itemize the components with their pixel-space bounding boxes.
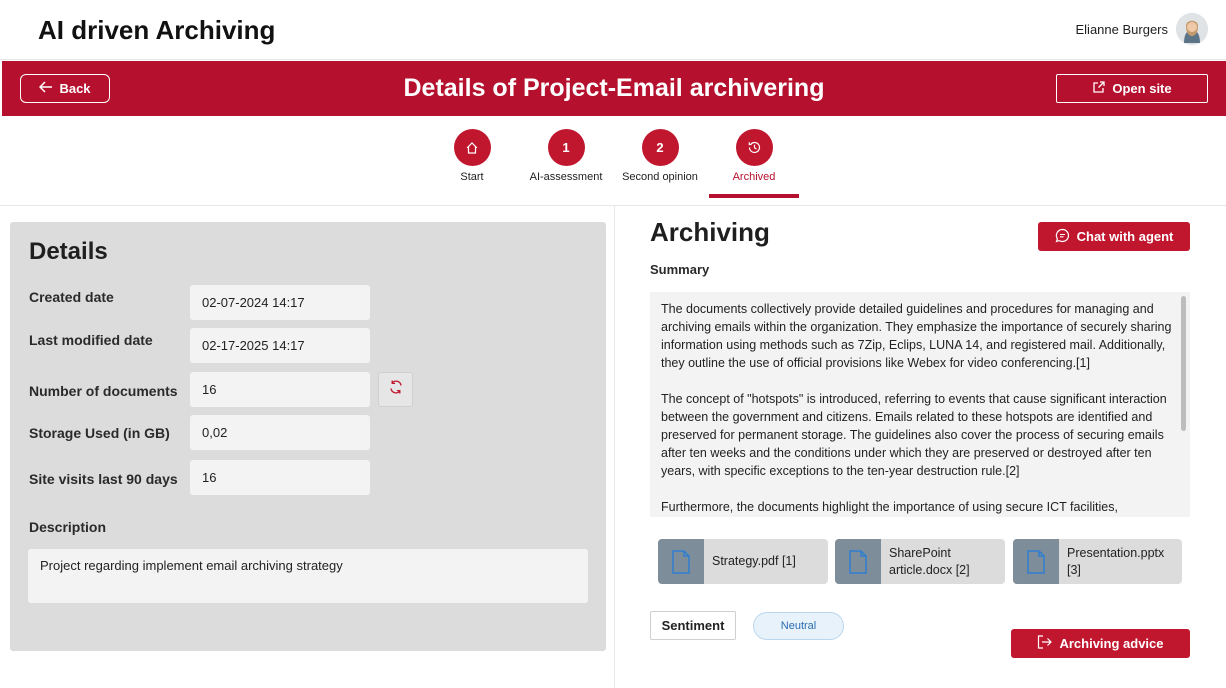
user-name: Elianne Burgers [1075, 21, 1169, 37]
document-icon [835, 539, 881, 584]
page-title: Details of Project-Email archivering [403, 74, 825, 102]
page-banner: Back Details of Project-Email archiverin… [2, 61, 1226, 116]
avatar[interactable] [1176, 13, 1208, 45]
storage-label: Storage Used (in GB) [29, 425, 170, 441]
step-number: 2 [641, 129, 679, 166]
step-start[interactable]: Start [422, 129, 522, 183]
top-bar: AI driven Archiving Elianne Burgers [0, 0, 1226, 60]
archiving-advice-label: Archiving advice [1059, 636, 1164, 651]
documents-count-field: 16 [190, 372, 370, 407]
active-step-indicator [709, 194, 799, 198]
file-card-presentation[interactable]: Presentation.pptx [3] [1013, 539, 1182, 584]
file-card-strategy[interactable]: Strategy.pdf [1] [658, 539, 828, 584]
modified-date-field: 02-17-2025 14:17 [190, 328, 370, 363]
sentiment-badge: Neutral [753, 612, 844, 640]
created-date-label: Created date [29, 289, 114, 305]
description-field: Project regarding implement email archiv… [28, 549, 588, 603]
archiving-title: Archiving [650, 217, 770, 247]
step-label: Archived [732, 171, 776, 183]
step-second-opinion[interactable]: 2 Second opinion [610, 129, 710, 183]
summary-scrollbar[interactable] [1181, 296, 1186, 431]
step-label: AI-assessment [529, 171, 603, 183]
file-name: Strategy.pdf [1] [712, 554, 796, 568]
open-site-button[interactable]: Open site [1056, 74, 1208, 103]
refresh-icon [388, 379, 404, 400]
file-name: Presentation.pptx [3] [1067, 545, 1165, 577]
step-label: Start [460, 171, 484, 183]
chat-icon [1055, 228, 1070, 246]
file-card-sharepoint[interactable]: SharePoint article.docx [2] [835, 539, 1005, 584]
refresh-button[interactable] [378, 372, 413, 407]
step-label: Second opinion [622, 171, 698, 183]
home-icon [453, 129, 491, 166]
open-site-label: Open site [1112, 81, 1172, 96]
documents-count-label: Number of documents [29, 383, 178, 399]
modified-date-label: Last modified date [29, 332, 153, 348]
description-label: Description [29, 519, 107, 535]
document-icon [658, 539, 704, 584]
step-archived[interactable]: Archived [704, 129, 804, 183]
storage-field: 0,02 [190, 415, 370, 450]
step-number: 1 [547, 129, 585, 166]
site-visits-field: 16 [190, 460, 370, 495]
created-date-field: 02-07-2024 14:17 [190, 285, 370, 320]
document-icon [1013, 539, 1059, 584]
details-title: Details [29, 238, 108, 265]
open-external-icon [1092, 80, 1106, 97]
chat-button-label: Chat with agent [1076, 229, 1174, 244]
sentiment-label: Sentiment [650, 611, 736, 640]
details-panel: Details Created date 02-07-2024 14:17 La… [10, 222, 606, 651]
summary-box[interactable]: The documents collectively provide detai… [650, 292, 1190, 517]
archiving-advice-button[interactable]: Archiving advice [1011, 629, 1190, 658]
summary-paragraph: Furthermore, the documents highlight the… [661, 500, 1118, 514]
site-visits-label: Site visits last 90 days [29, 471, 178, 487]
summary-label: Summary [650, 262, 710, 277]
summary-paragraph: The concept of "hotspots" is introduced,… [661, 392, 1167, 478]
summary-text: The documents collectively provide detai… [661, 300, 1173, 517]
sign-out-icon [1037, 635, 1053, 652]
summary-paragraph: The documents collectively provide detai… [661, 302, 1172, 370]
step-ai-assessment[interactable]: 1 AI-assessment [516, 129, 616, 183]
history-icon [735, 129, 773, 166]
chat-with-agent-button[interactable]: Chat with agent [1038, 222, 1190, 251]
file-name: SharePoint article.docx [2] [889, 545, 970, 577]
user-menu[interactable]: Elianne Burgers [1075, 13, 1208, 45]
app-title: AI driven Archiving [38, 15, 276, 45]
progress-stepper: Start 1 AI-assessment 2 Second opinion A… [0, 116, 1226, 206]
panel-divider [614, 206, 615, 688]
